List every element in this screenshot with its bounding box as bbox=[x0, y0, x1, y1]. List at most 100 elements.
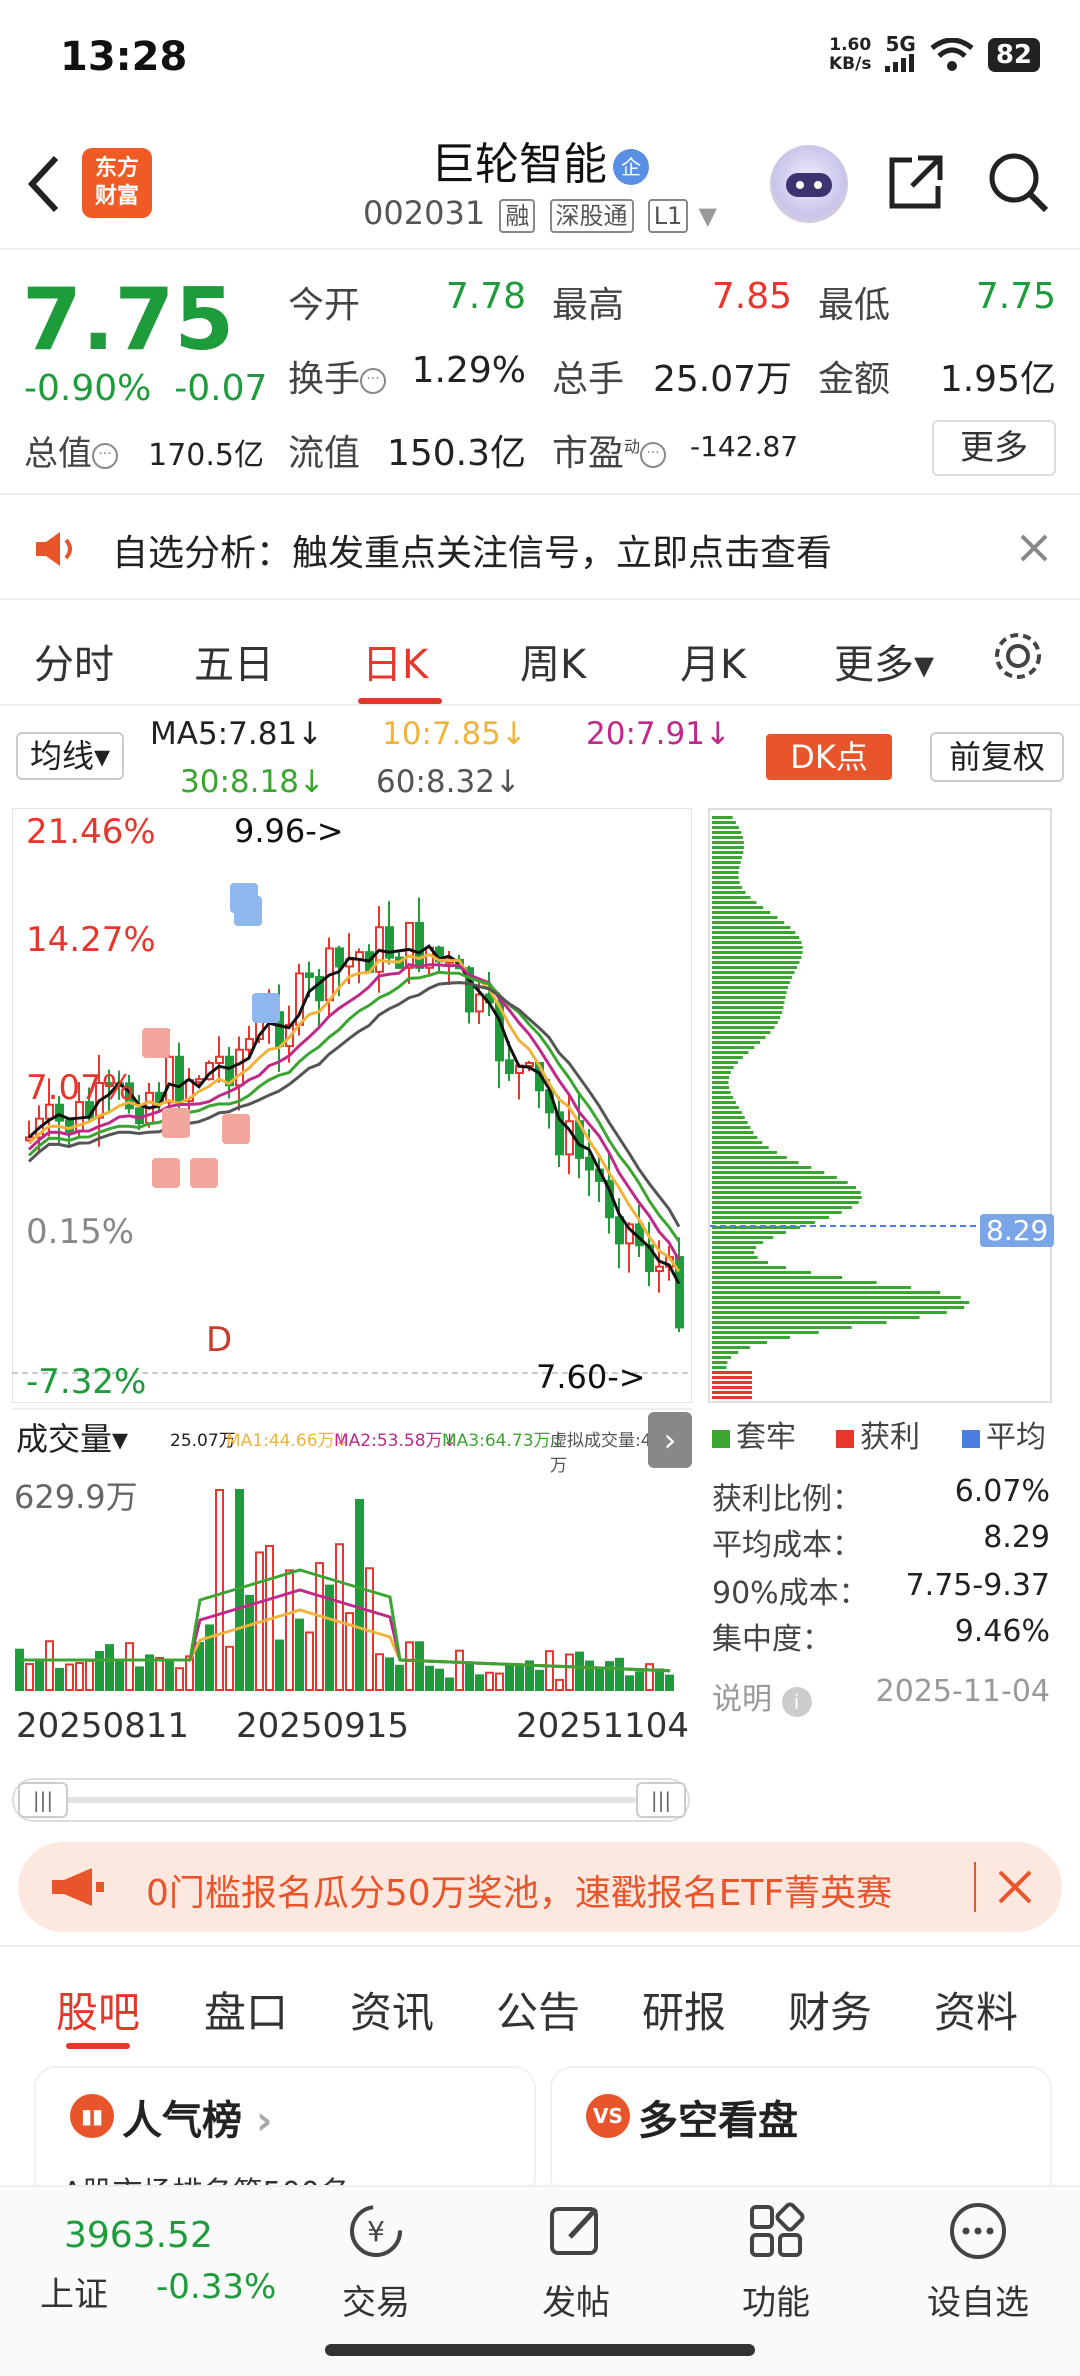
search-icon[interactable] bbox=[986, 150, 1050, 214]
volume-chart[interactable]: 629.9万 bbox=[12, 1462, 692, 1692]
candle bbox=[215, 1055, 224, 1065]
tab-five-day[interactable]: 五日 bbox=[194, 632, 274, 690]
chip-bar bbox=[712, 1156, 787, 1159]
volume-bar bbox=[535, 1669, 544, 1692]
chip-bar bbox=[712, 1376, 752, 1379]
candle bbox=[585, 1156, 594, 1171]
chip-bar bbox=[712, 891, 746, 894]
avg-cost-tag: 8.29 bbox=[980, 1214, 1055, 1247]
index-name: 上证 bbox=[40, 2275, 108, 2315]
signal-marker bbox=[234, 896, 262, 926]
tab-intraday[interactable]: 分时 bbox=[34, 632, 114, 690]
chip-bar bbox=[712, 1116, 745, 1119]
edit-icon bbox=[550, 2207, 598, 2255]
alert-bar[interactable]: 自选分析：触发重点关注信号，立即点击查看 bbox=[0, 498, 1080, 600]
popularity-card[interactable]: ▮▮ 人气榜 › A股市场排名第500名 bbox=[36, 2068, 534, 2211]
candle bbox=[505, 1059, 514, 1075]
legend-trapped: 套牢 bbox=[712, 1412, 796, 1456]
open-value: 7.78 bbox=[445, 276, 526, 317]
signal-marker bbox=[190, 1158, 218, 1188]
chip-bar bbox=[712, 1101, 736, 1104]
vs-icon: VS bbox=[586, 2094, 630, 2138]
tab-weekly-k[interactable]: 周K bbox=[520, 632, 586, 690]
pct-label-2: 14.27% bbox=[26, 920, 156, 960]
tab-daily-k[interactable]: 日K bbox=[362, 632, 428, 690]
nav-add-watchlist[interactable]: 设自选 bbox=[908, 2199, 1048, 2324]
range-handle-left[interactable]: ||| bbox=[18, 1782, 68, 1818]
more-button[interactable]: 更多 bbox=[932, 420, 1056, 476]
assistant-avatar[interactable] bbox=[770, 145, 848, 223]
close-icon[interactable] bbox=[1018, 532, 1050, 564]
volume-bar bbox=[325, 1584, 334, 1691]
volume-ma3: MA3:64.73万↓ bbox=[442, 1431, 565, 1451]
amount-value: 1.95亿 bbox=[939, 359, 1056, 400]
chip-bar bbox=[712, 896, 751, 899]
active-tab-indicator bbox=[66, 2043, 130, 2049]
index-value: 3963.52 bbox=[64, 2215, 213, 2256]
volume-select[interactable]: 成交量▾ bbox=[16, 1414, 128, 1460]
chip-bar bbox=[712, 1191, 861, 1194]
chip-bar bbox=[712, 1391, 752, 1394]
chip-concentration-label: 集中度： bbox=[712, 1622, 832, 1657]
ma-select[interactable]: 均线▾ bbox=[16, 732, 124, 780]
ma30-value: 30:8.18↓ bbox=[180, 764, 325, 800]
chip-concentration-value: 9.46% bbox=[954, 1614, 1050, 1649]
nav-functions[interactable]: 功能 bbox=[706, 2199, 846, 2324]
dk-point-button[interactable]: DK点 bbox=[766, 734, 892, 780]
bull-bear-card[interactable]: VS 多空看盘 bbox=[552, 2068, 1050, 2198]
tab-news[interactable]: 资讯 bbox=[350, 1979, 434, 2040]
gear-icon[interactable] bbox=[990, 628, 1046, 684]
promo-banner[interactable]: 0门槛报名瓜分50万奖池，速戳报名ETF菁英赛 bbox=[18, 1842, 1062, 1932]
tab-handicap[interactable]: 盘口 bbox=[204, 1979, 288, 2040]
candle bbox=[175, 1055, 184, 1103]
more-dots-icon: ··· bbox=[360, 368, 387, 394]
low-value: 7.75 bbox=[975, 276, 1056, 317]
volume-bar bbox=[275, 1639, 284, 1692]
tab-more[interactable]: 更多▾ bbox=[834, 632, 934, 690]
legend-profit: 获利 bbox=[836, 1412, 920, 1456]
kline-chart[interactable]: 21.46% 14.27% 7.07% 0.15% -7.32% 9.96-> … bbox=[11, 807, 693, 1404]
ma20-value: 20:7.91↓ bbox=[586, 716, 731, 752]
candle bbox=[405, 921, 414, 969]
chip-bar bbox=[712, 851, 744, 854]
chip-distribution[interactable]: 8.29 bbox=[708, 808, 1055, 1404]
volume-bar bbox=[665, 1674, 674, 1691]
nav-post[interactable]: 发帖 bbox=[506, 2199, 646, 2324]
open-label: 今开 bbox=[288, 285, 361, 326]
chip-bar bbox=[712, 881, 740, 884]
chip-bar bbox=[712, 1251, 755, 1254]
chip-90-cost-label: 90%成本： bbox=[712, 1576, 869, 1611]
home-indicator bbox=[325, 2344, 755, 2356]
chip-bar bbox=[712, 1051, 749, 1054]
volume-bar bbox=[625, 1675, 634, 1691]
volume-bar bbox=[285, 1569, 294, 1691]
adjust-button[interactable]: 前复权 bbox=[930, 732, 1064, 782]
tab-guba[interactable]: 股吧 bbox=[56, 1979, 140, 2040]
chip-bar bbox=[712, 916, 778, 919]
volume-bar bbox=[655, 1668, 664, 1692]
signal-marker bbox=[222, 1114, 250, 1144]
chip-bar bbox=[712, 1041, 761, 1044]
chip-bar bbox=[712, 1036, 766, 1039]
tab-profile[interactable]: 资料 bbox=[934, 1979, 1018, 2040]
volume-bar bbox=[15, 1648, 24, 1691]
volume-bar bbox=[505, 1664, 514, 1691]
close-icon[interactable] bbox=[996, 1868, 1034, 1906]
volume-bar bbox=[605, 1661, 614, 1692]
range-handle-right[interactable]: ||| bbox=[636, 1782, 686, 1818]
volume-bar bbox=[445, 1677, 454, 1691]
tab-announcement[interactable]: 公告 bbox=[496, 1979, 580, 2040]
chip-bar bbox=[712, 981, 790, 984]
share-icon[interactable] bbox=[884, 150, 948, 214]
nav-trade[interactable]: ¥ 交易 bbox=[306, 2199, 446, 2324]
connect-tag: 深股通 bbox=[549, 199, 634, 233]
chip-note[interactable]: 说明 i bbox=[712, 1674, 812, 1718]
chevron-right-icon[interactable]: › bbox=[648, 1412, 692, 1468]
tab-research[interactable]: 研报 bbox=[642, 1979, 726, 2040]
tab-monthly-k[interactable]: 月K bbox=[680, 632, 746, 690]
wifi-icon bbox=[930, 37, 974, 71]
tab-finance[interactable]: 财务 bbox=[788, 1979, 872, 2040]
margin-tag: 融 bbox=[499, 199, 536, 233]
chip-bar bbox=[712, 1286, 911, 1289]
volume-ma1: MA1:44.66万↓ bbox=[226, 1431, 349, 1451]
